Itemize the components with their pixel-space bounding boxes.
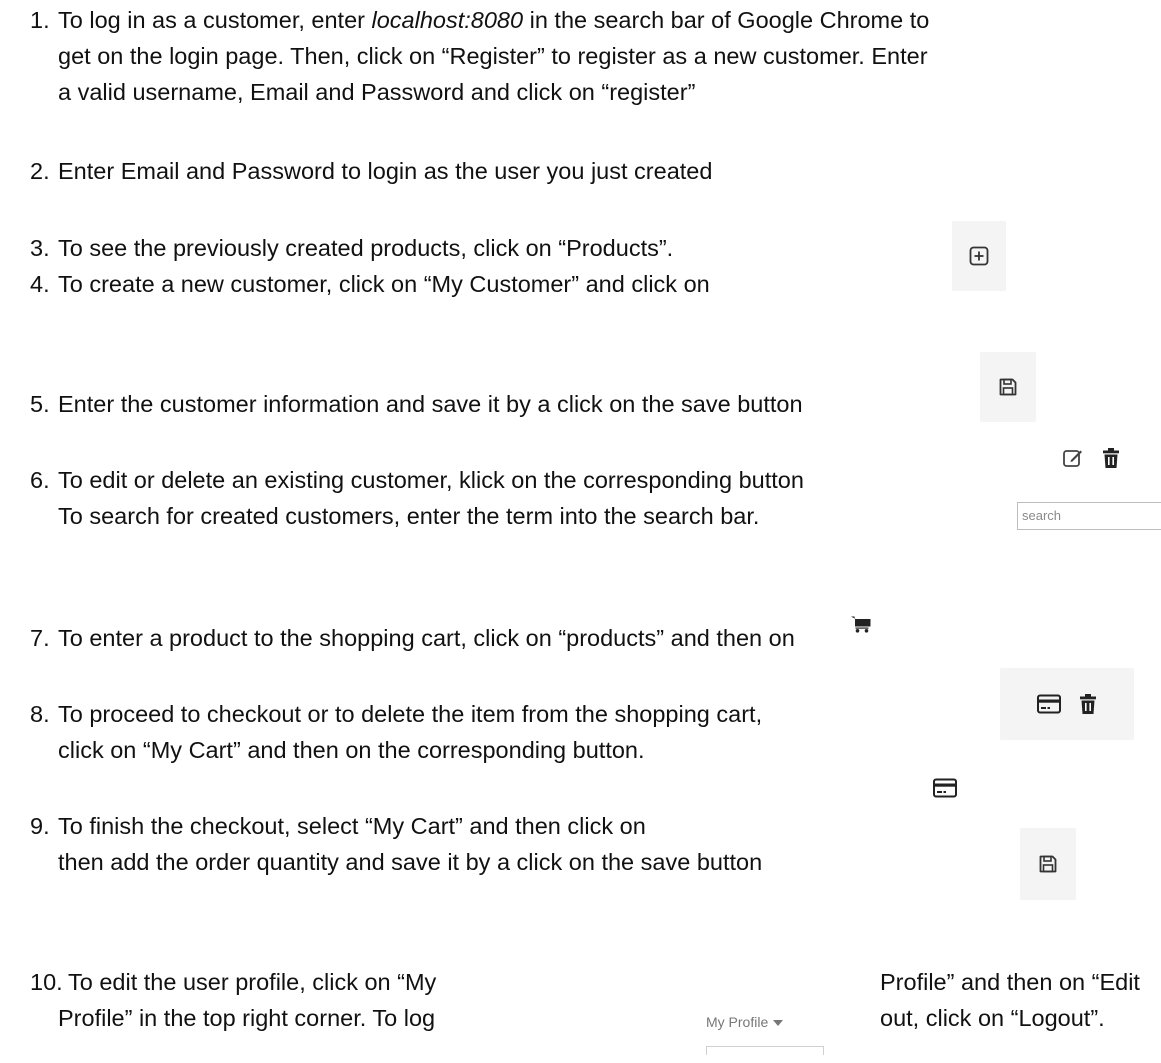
save-button-image <box>980 352 1036 422</box>
step-5-text: Enter the customer information and save … <box>58 391 803 417</box>
step-7-text: To enter a product to the shopping cart,… <box>58 625 795 651</box>
step-1-url: localhost:8080 <box>371 7 524 33</box>
profile-menu-border <box>706 1046 824 1055</box>
save-icon <box>999 378 1017 396</box>
step-number: 10. <box>30 969 63 995</box>
trash-icon <box>1103 448 1119 468</box>
step-9-line-1: 9. To finish the checkout, select “My Car… <box>30 808 646 844</box>
step-9-line-2: then add the order quantity and save it … <box>58 849 763 875</box>
step-number: 4. <box>30 271 50 297</box>
step-6-line-2: To search for created customers, enter t… <box>58 503 760 529</box>
step-number: 2. <box>30 158 50 184</box>
profile-menu-label: My Profile <box>706 1014 769 1030</box>
save-button-image <box>1020 828 1076 900</box>
step-10-right-line-1: Profile” and then on “Edit <box>880 969 1140 995</box>
step-10-right-line-2: out, click on “Logout”. <box>880 1005 1105 1031</box>
step-2: 2. Enter Email and Password to login as t… <box>30 153 712 189</box>
add-button-image <box>952 221 1006 291</box>
step-10-left-line-2: Profile” in the top right corner. To log <box>58 1005 436 1031</box>
step-5: 5. Enter the customer information and sav… <box>30 386 803 422</box>
step-7: 7. To enter a product to the shopping car… <box>30 620 795 656</box>
step-number: 3. <box>30 235 50 261</box>
step-6-text-1: To edit or delete an existing customer, … <box>58 467 804 493</box>
step-number: 1. <box>30 7 50 33</box>
save-icon <box>1039 855 1057 873</box>
step-6-line-1: 6. To edit or delete an existing customer… <box>30 462 804 498</box>
add-box-icon <box>969 246 989 266</box>
step-number: 9. <box>30 813 50 839</box>
step-1-text-pre: To log in as a customer, enter <box>58 7 372 33</box>
checkout-delete-buttons-image <box>1000 668 1134 740</box>
checkout-button-image <box>920 770 970 806</box>
profile-menu-image: My Profile <box>706 1014 826 1030</box>
step-2-text: Enter Email and Password to login as the… <box>58 158 713 184</box>
cart-button-image <box>848 612 874 636</box>
edit-icon <box>1063 450 1082 467</box>
step-number: 6. <box>30 467 50 493</box>
credit-card-icon <box>933 778 957 798</box>
step-10-left-line-1: 10. To edit the user profile, click on “M… <box>30 964 436 1000</box>
step-4-text: To create a new customer, click on “My C… <box>58 271 710 297</box>
step-8-text-1: To proceed to checkout or to delete the … <box>58 701 763 727</box>
step-9-text-1: To finish the checkout, select “My Cart”… <box>58 813 646 839</box>
edit-delete-buttons-image <box>1024 430 1158 486</box>
search-input-image: search <box>1017 502 1161 530</box>
caret-down-icon <box>773 1020 784 1027</box>
credit-card-icon <box>1037 694 1061 714</box>
step-1-line-3: a valid username, Email and Password and… <box>58 79 696 105</box>
step-8-line-2: click on “My Cart” and then on the corre… <box>58 737 645 763</box>
step-number: 7. <box>30 625 50 651</box>
step-3: 3. To see the previously created products… <box>30 230 673 266</box>
step-10-text-left-1: To edit the user profile, click on “My <box>68 969 437 995</box>
step-4: 4. To create a new customer, click on “My… <box>30 266 710 302</box>
trash-icon <box>1080 694 1096 714</box>
cart-icon <box>851 616 871 633</box>
step-1-line-1: 1. To log in as a customer, enter localho… <box>30 2 929 38</box>
step-1-text-post: in the search bar of Google Chrome to <box>523 7 930 33</box>
step-3-text: To see the previously created products, … <box>58 235 674 261</box>
step-1-line-2: get on the login page. Then, click on “R… <box>58 43 928 69</box>
step-number: 8. <box>30 701 50 727</box>
step-8-line-1: 8. To proceed to checkout or to delete th… <box>30 696 762 732</box>
step-number: 5. <box>30 391 50 417</box>
